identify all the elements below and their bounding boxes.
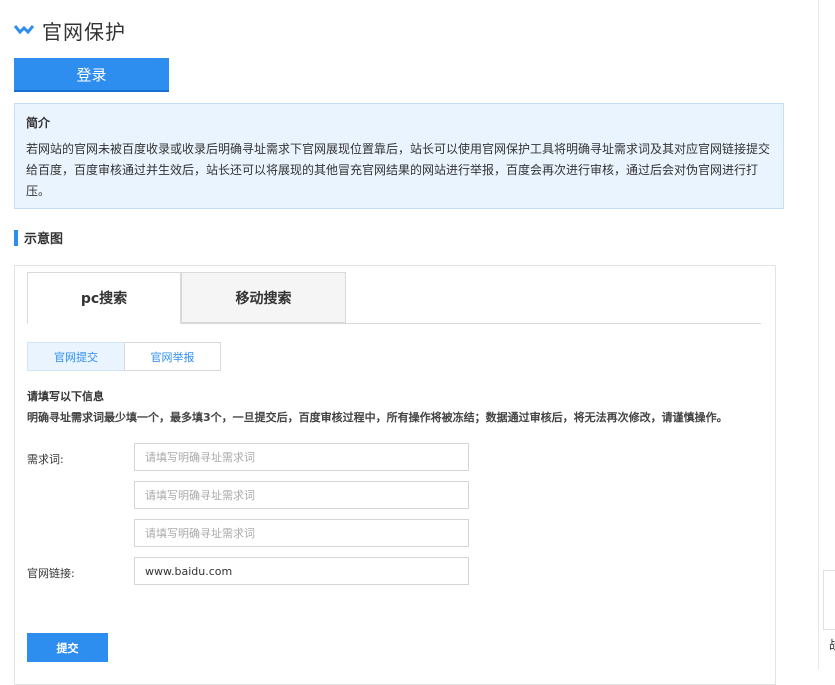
keywords-label: 需求词: — [27, 453, 64, 466]
subtab-official-report[interactable]: 官网举报 — [124, 342, 221, 371]
intro-text: 若网站的官网未被百度收录或收录后明确寻址需求下官网展现位置靠后，站长可以使用官网… — [26, 142, 771, 198]
subtab-official-submit[interactable]: 官网提交 — [27, 342, 125, 371]
page-header: 官网保护 — [14, 16, 126, 44]
form-note: 明确寻址需求词最少填一个，最多填3个，一旦提交后，百度审核过程中，所有操作将被冻… — [27, 411, 728, 424]
search-tabs: pc搜索 移动搜索 — [27, 272, 761, 324]
official-url-input[interactable] — [134, 557, 469, 585]
keyword-input-2[interactable] — [134, 481, 469, 509]
chevron-down-icon — [14, 25, 34, 35]
demo-panel — [14, 265, 776, 685]
keyword-input-1[interactable] — [134, 443, 469, 471]
tab-mobile-search[interactable]: 移动搜索 — [181, 272, 346, 323]
keyword-input-3[interactable] — [134, 519, 469, 547]
intro-panel: 简介 若网站的官网未被百度收录或收录后明确寻址需求下官网展现位置靠后，站长可以使… — [14, 103, 784, 209]
tab-pc-search[interactable]: pc搜索 — [27, 272, 181, 324]
intro-title: 简介 — [26, 116, 51, 130]
page-title: 官网保护 — [42, 19, 126, 44]
right-edge-text: 敁 — [829, 636, 835, 653]
submit-button[interactable]: 提交 — [27, 633, 108, 662]
official-url-label: 官网链接: — [27, 567, 75, 580]
right-edge-widget — [823, 570, 835, 630]
section-header: 示意图 — [14, 229, 64, 247]
login-button[interactable]: 登录 — [14, 58, 169, 92]
section-accent-bar — [14, 229, 18, 246]
right-divider — [818, 0, 819, 669]
form-title: 请填写以下信息 — [27, 390, 104, 403]
section-title: 示意图 — [24, 232, 64, 247]
